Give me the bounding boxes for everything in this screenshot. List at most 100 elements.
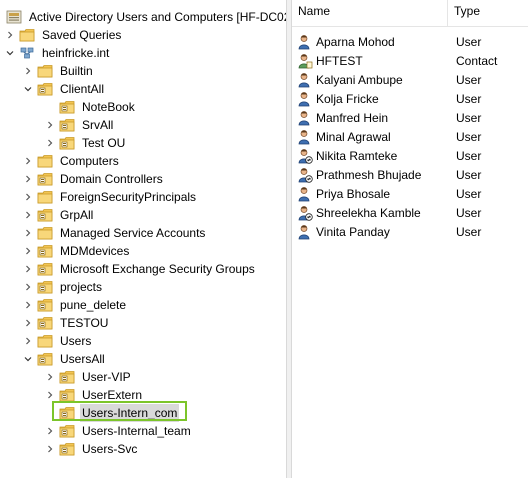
details-list-pane[interactable]: Name Type Aparna Mohod User HFTEST Contact K… (292, 0, 528, 478)
list-item-type: User (456, 91, 482, 106)
list-item[interactable]: Kalyani Ambupe User (292, 70, 528, 89)
tree-node-label: Computers (60, 154, 119, 168)
list-item-name: Kolja Fricke (316, 91, 379, 106)
user-icon (297, 224, 313, 240)
list-item[interactable]: Shreelekha Kamble User (292, 203, 528, 222)
tree-node-label: Test OU (82, 136, 126, 150)
ou-icon (37, 82, 53, 96)
chevron-right-icon[interactable] (22, 314, 34, 332)
list-item-type: User (456, 34, 482, 49)
list-item-name-cell: Shreelekha Kamble (292, 205, 448, 221)
tree-node-label: TESTOU (60, 316, 109, 330)
tree-node-exchange-security-groups[interactable]: Microsoft Exchange Security Groups (22, 260, 257, 278)
tree-node-computers[interactable]: Computers (22, 152, 121, 170)
tree-node-label: Users-Svc (82, 442, 138, 456)
tree-node-srvall[interactable]: SrvAll (44, 116, 115, 134)
chevron-right-icon[interactable] (22, 188, 34, 206)
list-item-name-cell: Manfred Hein (292, 110, 448, 126)
chevron-right-icon[interactable] (22, 278, 34, 296)
tree-node-domain[interactable]: heinfricke.int (4, 44, 111, 62)
disabled-user-icon (297, 148, 313, 164)
list-item-name: Minal Agrawal (316, 129, 391, 144)
chevron-right-icon[interactable] (22, 206, 34, 224)
list-item-name-cell: Vinita Panday (292, 224, 448, 240)
chevron-right-icon[interactable] (22, 152, 34, 170)
tree-node-users-intern-com[interactable]: Users-Intern_com (44, 404, 180, 422)
domain-icon (19, 46, 35, 60)
list-item[interactable]: Minal Agrawal User (292, 127, 528, 146)
chevron-right-icon[interactable] (44, 116, 56, 134)
chevron-right-icon[interactable] (22, 170, 34, 188)
ou-icon (37, 316, 53, 330)
tree-node-users-internal-team[interactable]: Users-Internal_team (44, 422, 193, 440)
tree-node-user-vip[interactable]: User-VIP (44, 368, 133, 386)
list-item[interactable]: HFTEST Contact (292, 51, 528, 70)
list-item-type: Contact (456, 53, 498, 68)
chevron-right-icon[interactable] (22, 62, 34, 80)
user-icon (297, 72, 313, 88)
console-tree-pane[interactable]: Active Directory Users and Computers [HF… (0, 0, 287, 478)
tree-node-saved-queries[interactable]: Saved Queries (4, 26, 123, 44)
tree-node-mdmdevices[interactable]: MDMdevices (22, 242, 131, 260)
list-item-name: Aparna Mohod (316, 34, 395, 49)
list-item[interactable]: Aparna Mohod User (292, 32, 528, 51)
tree-node-label: UserExtern (82, 388, 143, 402)
chevron-right-icon[interactable] (44, 134, 56, 152)
list-item-type: User (456, 186, 482, 201)
tree-node-label: GrpAll (60, 208, 94, 222)
chevron-down-icon[interactable] (4, 44, 16, 62)
list-item-name: Priya Bhosale (316, 186, 391, 201)
list-item-name-cell: Minal Agrawal (292, 129, 448, 145)
tree-node-label: Microsoft Exchange Security Groups (60, 262, 255, 276)
list-item[interactable]: Manfred Hein User (292, 108, 528, 127)
ou-icon (37, 208, 53, 222)
chevron-right-icon[interactable] (22, 296, 34, 314)
chevron-down-icon[interactable] (22, 80, 34, 98)
ou-icon (37, 352, 53, 366)
tree-node-grpall[interactable]: GrpAll (22, 206, 95, 224)
list-item[interactable]: Kolja Fricke User (292, 89, 528, 108)
tree-node-domain-controllers[interactable]: Domain Controllers (22, 170, 165, 188)
list-item[interactable]: Priya Bhosale User (292, 184, 528, 203)
chevron-right-icon[interactable] (22, 224, 34, 242)
chevron-right-icon[interactable] (44, 368, 56, 386)
tree-node-projects[interactable]: projects (22, 278, 104, 296)
tree-node-users[interactable]: Users (22, 332, 93, 350)
tree-node-root[interactable]: Active Directory Users and Computers [HF… (2, 8, 286, 26)
column-header-type[interactable]: Type (448, 0, 528, 26)
chevron-right-icon[interactable] (44, 386, 56, 404)
tree-node-pune-delete[interactable]: pune_delete (22, 296, 128, 314)
chevron-right-icon[interactable] (22, 332, 34, 350)
ou-icon (59, 370, 75, 384)
list-item-name: Prathmesh Bhujade (316, 167, 422, 182)
ou-icon (37, 298, 53, 312)
tree-node-userextern[interactable]: UserExtern (44, 386, 144, 404)
list-item[interactable]: Prathmesh Bhujade User (292, 165, 528, 184)
chevron-right-icon[interactable] (4, 26, 16, 44)
ou-icon (37, 280, 53, 294)
tree-node-notebook[interactable]: NoteBook (44, 98, 137, 116)
tree-node-test-ou[interactable]: Test OU (44, 134, 127, 152)
tree-node-managed-service-accounts[interactable]: Managed Service Accounts (22, 224, 207, 242)
tree-node-foreign-security-principals[interactable]: ForeignSecurityPrincipals (22, 188, 198, 206)
tree-node-usersall[interactable]: UsersAll (22, 350, 107, 368)
column-header-name[interactable]: Name (292, 0, 448, 26)
chevron-right-icon[interactable] (44, 440, 56, 458)
chevron-right-icon[interactable] (22, 242, 34, 260)
chevron-right-icon[interactable] (22, 260, 34, 278)
list-item[interactable]: Vinita Panday User (292, 222, 528, 241)
list-item-name-cell: Aparna Mohod (292, 34, 448, 50)
chevron-right-icon[interactable] (44, 422, 56, 440)
list-item[interactable]: Nikita Ramteke User (292, 146, 528, 165)
tree-node-label: Users (60, 334, 92, 348)
tree-node-testou[interactable]: TESTOU (22, 314, 110, 332)
ou-icon (59, 442, 75, 456)
list-item-type: User (456, 129, 482, 144)
tree-node-clientall[interactable]: ClientAll (22, 80, 106, 98)
tree-node-label: NoteBook (82, 100, 135, 114)
tree-node-users-svc[interactable]: Users-Svc (44, 440, 139, 458)
chevron-down-icon[interactable] (22, 350, 34, 368)
ou-icon (37, 262, 53, 276)
folder-icon (37, 64, 53, 78)
tree-node-builtin[interactable]: Builtin (22, 62, 95, 80)
